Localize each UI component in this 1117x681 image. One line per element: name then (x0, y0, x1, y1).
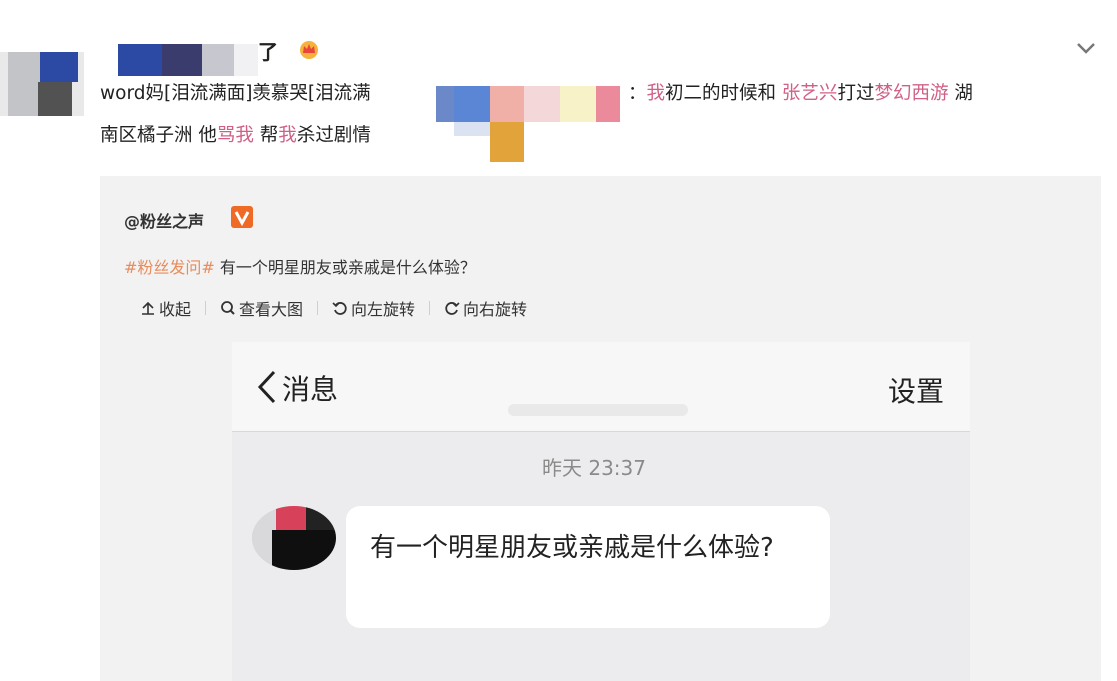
rotate-left-icon (332, 302, 347, 315)
post-text-line1: word妈[泪流满面]羡慕哭[泪流满 (100, 83, 371, 104)
original-author[interactable]: @粉丝之声 (124, 208, 204, 232)
original-text: #粉丝发问# 有一个明星朋友或亲戚是什么体验？ (124, 258, 476, 277)
verified-icon (231, 206, 253, 228)
post-text-line2: 南区橘子洲 他骂我 帮我杀过剧情 (100, 125, 371, 146)
rotate-right-icon (445, 302, 460, 315)
image-toolbar: 收起 查看大图 向左旋转 向右旋转 (140, 296, 527, 320)
back-chevron-icon[interactable] (254, 368, 278, 406)
avatar[interactable] (0, 52, 84, 116)
header-smudge (508, 404, 688, 416)
chat-header (232, 342, 970, 432)
collapse-button[interactable]: 收起 (140, 296, 191, 320)
star-mention[interactable]: 张艺兴 (782, 83, 838, 104)
chat-settings-button[interactable]: 设置 (888, 370, 944, 410)
rotate-right-button[interactable]: 向右旋转 (444, 296, 527, 320)
chat-back-label[interactable]: 消息 (282, 368, 338, 408)
post-text-line1-tail: ：我初二的时候和 张艺兴打过梦幻西游 湖 (628, 83, 973, 104)
rotate-left-button[interactable]: 向左旋转 (332, 296, 415, 320)
magnifier-icon (221, 301, 235, 315)
username-suffix: 了 (258, 40, 278, 64)
sender-avatar[interactable] (252, 506, 336, 570)
username-mosaic[interactable] (118, 44, 258, 76)
collapse-icon (142, 301, 154, 315)
mention-mosaic (436, 86, 620, 162)
chevron-down-icon[interactable] (1074, 38, 1098, 58)
crown-icon (300, 41, 318, 59)
message-timestamp: 昨天 23:37 (542, 456, 646, 480)
view-large-button[interactable]: 查看大图 (220, 296, 303, 320)
game-mention[interactable]: 梦幻西游 (874, 83, 948, 104)
message-bubble[interactable]: 有一个明星朋友或亲戚是什么体验? (346, 506, 830, 628)
topic-tag[interactable]: #粉丝发问# (124, 258, 215, 277)
